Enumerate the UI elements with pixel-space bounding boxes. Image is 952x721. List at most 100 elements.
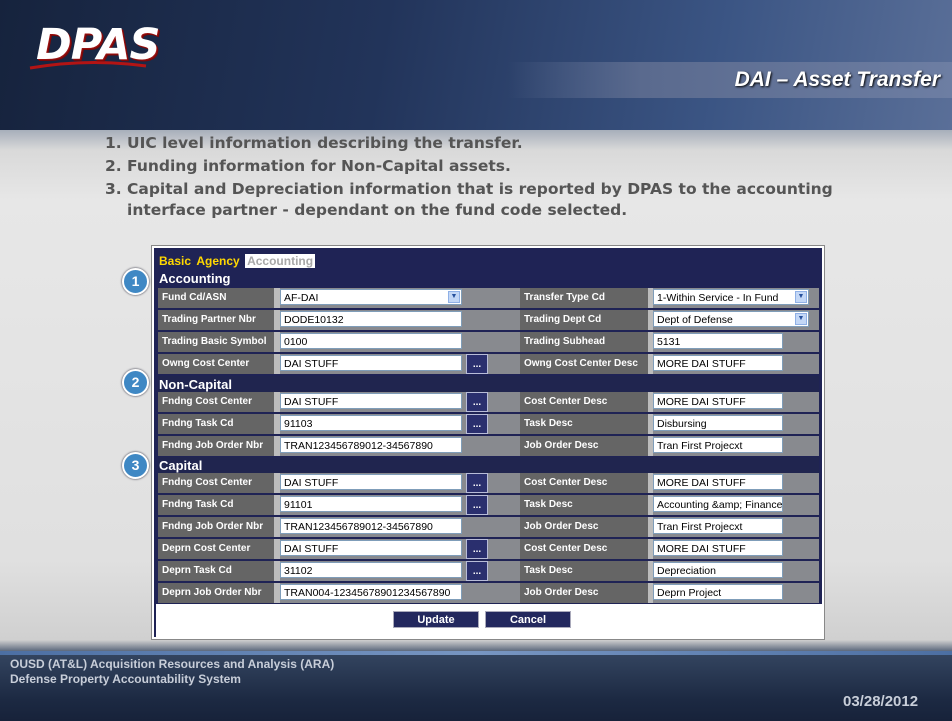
field-value: Tran First Projecxt: [657, 521, 743, 533]
form-row: Deprn Job Order Nbr TRAN004-1234567890123…: [158, 583, 819, 603]
field-label: Task Desc: [520, 561, 648, 581]
text-field[interactable]: TRAN123456789012-34567890: [280, 518, 462, 534]
field-value: 1-Within Service - In Fund: [657, 292, 779, 304]
bullet-number: 1.: [105, 134, 122, 152]
field-label: Owng Cost Center: [158, 354, 274, 374]
form-row: Trading Basic Symbol 0100 Trading Subhead 5…: [158, 332, 819, 352]
field-label: Cost Center Desc: [520, 539, 648, 559]
text-field[interactable]: DAI STUFF: [280, 474, 462, 490]
field-value: TRAN123456789012-34567890: [284, 440, 433, 452]
field-label: Transfer Type Cd: [520, 288, 648, 308]
chevron-down-icon[interactable]: ▼: [795, 313, 807, 325]
field-value: 91103: [284, 418, 313, 430]
form-row: Trading Partner Nbr DODE10132 Trading Dept…: [158, 310, 819, 330]
text-field[interactable]: DAI STUFF: [280, 540, 462, 556]
text-field[interactable]: MORE DAI STUFF: [653, 355, 783, 371]
bullet-text: Capital and Depreciation information tha…: [127, 180, 833, 219]
text-field[interactable]: TRAN123456789012-34567890: [280, 437, 462, 453]
step-badge-1: 1: [122, 268, 149, 295]
field-label: Fund Cd/ASN: [158, 288, 274, 308]
footer: OUSD (AT&L) Acquisition Resources and An…: [10, 657, 334, 687]
text-field[interactable]: Tran First Projecxt: [653, 437, 783, 453]
field-label: Cost Center Desc: [520, 473, 648, 493]
lookup-button[interactable]: ...: [466, 539, 488, 559]
chevron-down-icon[interactable]: ▼: [448, 291, 460, 303]
text-field[interactable]: 31102: [280, 562, 462, 578]
tab-basic[interactable]: Basic: [159, 254, 191, 268]
field-label: Fndng Cost Center: [158, 392, 274, 412]
text-field[interactable]: 0100: [280, 333, 462, 349]
form-row: Fndng Job Order Nbr TRAN123456789012-3456…: [158, 436, 819, 456]
tab-accounting[interactable]: Accounting: [245, 254, 316, 268]
update-button[interactable]: Update: [393, 611, 479, 628]
step-badge-3: 3: [122, 452, 149, 479]
field-value: Disbursing: [657, 418, 707, 430]
step-badge-2: 2: [122, 369, 149, 396]
field-label: Fndng Job Order Nbr: [158, 436, 274, 456]
text-field[interactable]: 91101: [280, 496, 462, 512]
text-field[interactable]: MORE DAI STUFF: [653, 393, 783, 409]
field-value: DODE10132: [284, 314, 344, 326]
tab-bar: Basic Agency Accounting: [159, 254, 317, 268]
select-field[interactable]: 1-Within Service - In Fund ▼: [653, 289, 809, 305]
form-row: Fund Cd/ASN AF-DAI ▼ Transfer Type Cd 1-With…: [158, 288, 819, 308]
field-label: Trading Partner Nbr: [158, 310, 274, 330]
field-label: Job Order Desc: [520, 517, 648, 537]
text-field[interactable]: 5131: [653, 333, 783, 349]
form-panel: Basic Agency Accounting Accounting Fund …: [154, 248, 824, 637]
bullet-item: 2. Funding information for Non-Capital as…: [97, 156, 877, 177]
field-value: TRAN004-12345678901234567890: [284, 587, 451, 599]
field-value: 91101: [284, 499, 313, 511]
field-label: Job Order Desc: [520, 436, 648, 456]
field-label: Deprn Task Cd: [158, 561, 274, 581]
cancel-button[interactable]: Cancel: [485, 611, 571, 628]
text-field[interactable]: Tran First Projecxt: [653, 518, 783, 534]
field-label: Cost Center Desc: [520, 392, 648, 412]
bullet-number: 2.: [105, 157, 122, 175]
tab-agency[interactable]: Agency: [196, 254, 239, 268]
text-field[interactable]: DAI STUFF: [280, 355, 462, 371]
field-label: Fndng Task Cd: [158, 414, 274, 434]
bullet-item: 3. Capital and Depreciation information t…: [97, 179, 877, 221]
lookup-button[interactable]: ...: [466, 495, 488, 515]
field-label: Fndng Job Order Nbr: [158, 517, 274, 537]
text-field[interactable]: Depreciation: [653, 562, 783, 578]
field-value: Accounting &amp; Finance: [657, 499, 783, 511]
field-value: DAI STUFF: [284, 477, 339, 489]
text-field[interactable]: DAI STUFF: [280, 393, 462, 409]
select-field[interactable]: AF-DAI ▼: [280, 289, 462, 305]
accounting-form: Basic Agency Accounting Accounting Fund …: [151, 245, 825, 640]
lookup-button[interactable]: ...: [466, 354, 488, 374]
field-value: MORE DAI STUFF: [657, 477, 746, 489]
text-field[interactable]: Disbursing: [653, 415, 783, 431]
field-label: Deprn Job Order Nbr: [158, 583, 274, 603]
logo-text: DPAS: [36, 20, 161, 70]
bullet-text: UIC level information describing the tra…: [127, 134, 523, 152]
text-field[interactable]: TRAN004-12345678901234567890: [280, 584, 462, 600]
text-field[interactable]: MORE DAI STUFF: [653, 540, 783, 556]
lookup-button[interactable]: ...: [466, 561, 488, 581]
bullet-list: 1. UIC level information describing the t…: [97, 133, 877, 223]
lookup-button[interactable]: ...: [466, 414, 488, 434]
field-label: Fndng Cost Center: [158, 473, 274, 493]
field-value: Dept of Defense: [657, 314, 733, 326]
chevron-down-icon[interactable]: ▼: [795, 291, 807, 303]
lookup-button[interactable]: ...: [466, 392, 488, 412]
select-field[interactable]: Dept of Defense ▼: [653, 311, 809, 327]
lookup-button[interactable]: ...: [466, 473, 488, 493]
form-row: Deprn Task Cd 31102... Task Desc Depreciati…: [158, 561, 819, 581]
text-field[interactable]: Accounting &amp; Finance: [653, 496, 783, 512]
section-title-capital: Capital: [159, 458, 203, 473]
field-label: Owng Cost Center Desc: [520, 354, 648, 374]
text-field[interactable]: DODE10132: [280, 311, 462, 327]
field-label: Trading Subhead: [520, 332, 648, 352]
form-row: Fndng Cost Center DAI STUFF... Cost Center…: [158, 392, 819, 412]
field-value: AF-DAI: [284, 292, 319, 304]
text-field[interactable]: Deprn Project: [653, 584, 783, 600]
text-field[interactable]: MORE DAI STUFF: [653, 474, 783, 490]
bullet-number: 3.: [105, 180, 122, 198]
text-field[interactable]: 91103: [280, 415, 462, 431]
field-value: MORE DAI STUFF: [657, 358, 746, 370]
field-value: DAI STUFF: [284, 543, 339, 555]
field-label: Fndng Task Cd: [158, 495, 274, 515]
